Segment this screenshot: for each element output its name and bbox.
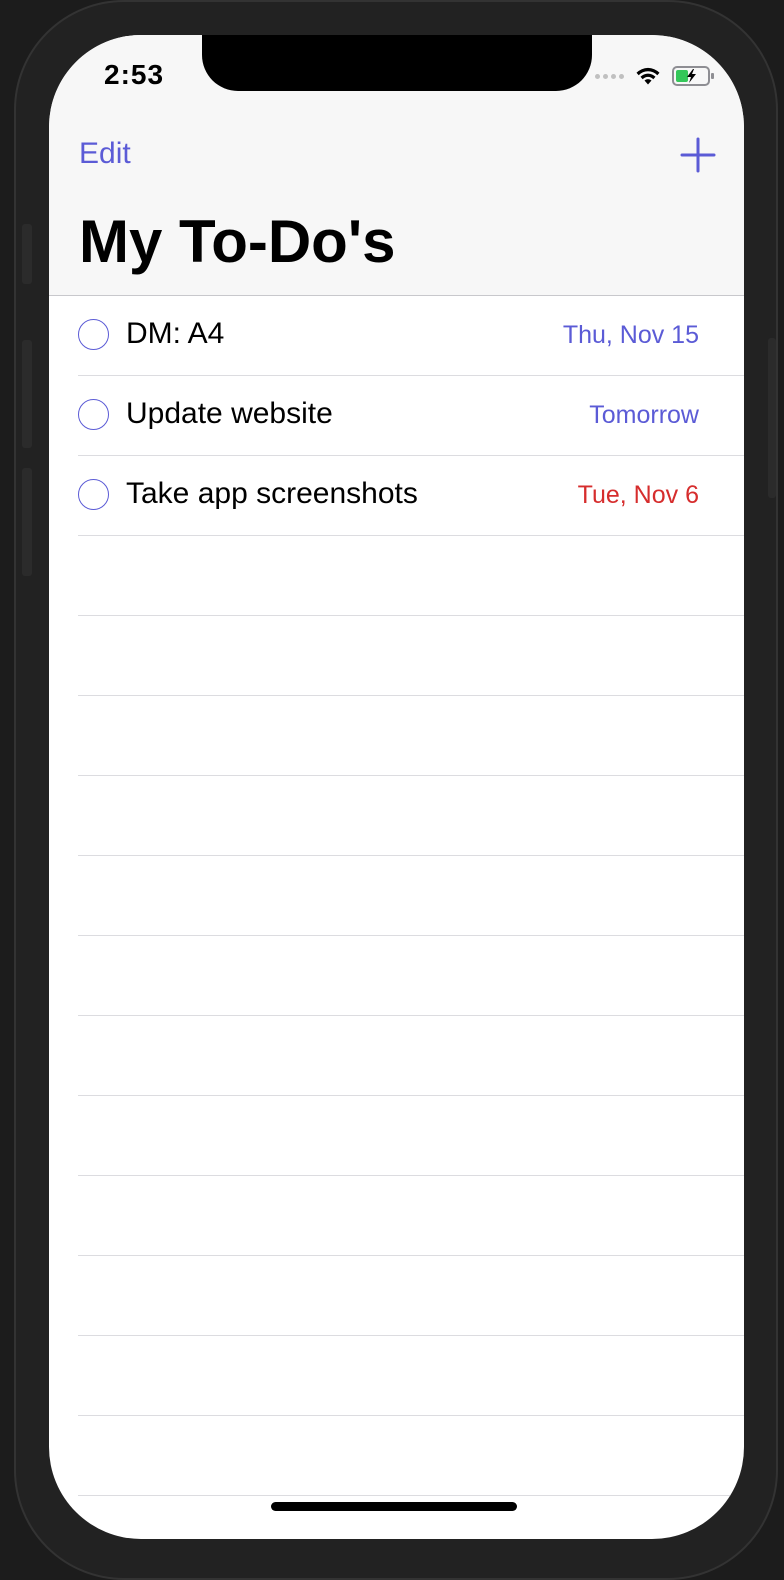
volume-up-button xyxy=(22,340,32,448)
empty-row xyxy=(78,536,744,616)
todo-title: DM: A4 xyxy=(126,317,225,350)
todo-title: Update website xyxy=(126,397,333,430)
todo-due-date: Thu, Nov 15 xyxy=(562,321,699,349)
todo-row[interactable]: Take app screenshots Tue, Nov 6 xyxy=(78,456,744,536)
empty-row xyxy=(78,1176,744,1256)
empty-row xyxy=(78,776,744,856)
empty-row xyxy=(78,1256,744,1336)
battery-charging-icon xyxy=(672,66,714,86)
empty-row xyxy=(78,1336,744,1416)
app-screen: 2:53 Edit My To-Do's DM: A4 Thu, Nov 15 … xyxy=(49,35,744,1539)
complete-checkbox[interactable] xyxy=(78,399,109,430)
todo-row[interactable]: DM: A4 Thu, Nov 15 xyxy=(78,296,744,376)
navigation-bar: 2:53 Edit My To-Do's xyxy=(49,35,744,296)
status-time: 2:53 xyxy=(104,59,165,90)
todo-list: DM: A4 Thu, Nov 15 Update website Tomorr… xyxy=(49,296,744,1539)
todo-due-date: Tue, Nov 6 xyxy=(577,481,699,509)
empty-row xyxy=(78,1416,744,1496)
add-button[interactable] xyxy=(680,137,716,173)
empty-row xyxy=(78,696,744,776)
empty-row xyxy=(78,1016,744,1096)
wifi-icon xyxy=(636,67,660,85)
page-title: My To-Do's xyxy=(79,208,396,275)
empty-row xyxy=(78,616,744,696)
complete-checkbox[interactable] xyxy=(78,319,109,350)
home-indicator[interactable] xyxy=(271,1502,517,1511)
todo-title: Take app screenshots xyxy=(126,477,418,510)
power-button xyxy=(768,338,776,498)
edit-button[interactable]: Edit xyxy=(79,137,131,171)
complete-checkbox[interactable] xyxy=(78,479,109,510)
mute-switch xyxy=(22,224,32,284)
todo-due-date: Tomorrow xyxy=(589,401,699,429)
volume-down-button xyxy=(22,468,32,576)
todo-row[interactable]: Update website Tomorrow xyxy=(78,376,744,456)
empty-row xyxy=(78,856,744,936)
cellular-signal-icon xyxy=(595,73,624,79)
empty-row xyxy=(78,936,744,1016)
empty-row xyxy=(78,1096,744,1176)
status-icons xyxy=(595,65,716,87)
plus-icon xyxy=(680,137,716,173)
notch xyxy=(202,35,592,91)
